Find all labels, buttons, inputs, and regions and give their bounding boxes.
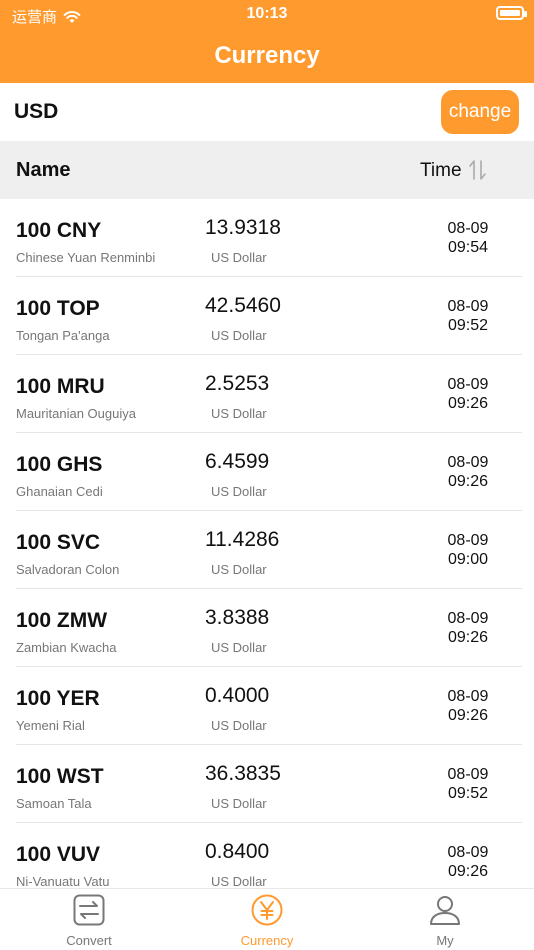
rate-value: 2.5253 bbox=[205, 372, 270, 395]
rate-unit: US Dollar bbox=[211, 328, 267, 343]
rate-row[interactable]: 100 VUV Ni-Vanuatu Vatu 0.8400 US Dollar… bbox=[0, 823, 534, 888]
rate-date: 08-09 bbox=[447, 220, 489, 237]
battery-icon bbox=[496, 6, 527, 20]
tab-currency-label: Currency bbox=[240, 933, 294, 948]
rate-timestamp: 08-09 09:54 bbox=[420, 219, 516, 257]
rate-time: 09:26 bbox=[447, 863, 489, 880]
rate-code: 100 GHS bbox=[16, 453, 103, 476]
rate-value: 6.4599 bbox=[205, 450, 270, 473]
tab-convert[interactable]: Convert bbox=[0, 889, 178, 950]
rate-time: 09:52 bbox=[447, 785, 489, 802]
rate-time: 09:26 bbox=[447, 629, 489, 646]
rate-date: 08-09 bbox=[447, 532, 489, 549]
rate-currency-name: Ghanaian Cedi bbox=[16, 484, 103, 499]
tab-my-label: My bbox=[436, 933, 454, 948]
rate-time: 09:26 bbox=[447, 473, 489, 490]
rate-timestamp: 08-09 09:52 bbox=[420, 765, 516, 803]
rate-date: 08-09 bbox=[447, 844, 489, 861]
rate-code: 100 YER bbox=[16, 687, 100, 710]
rate-unit: US Dollar bbox=[211, 796, 267, 811]
change-base-button[interactable]: change bbox=[441, 90, 519, 134]
column-time-header[interactable]: Time bbox=[420, 160, 462, 182]
rate-unit: US Dollar bbox=[211, 718, 267, 733]
rate-currency-name: Chinese Yuan Renminbi bbox=[16, 250, 156, 265]
rate-list[interactable]: 100 CNY Chinese Yuan Renminbi 13.9318 US… bbox=[0, 199, 534, 888]
rate-row[interactable]: 100 CNY Chinese Yuan Renminbi 13.9318 US… bbox=[0, 199, 534, 277]
rate-currency-name: Ni-Vanuatu Vatu bbox=[16, 874, 110, 888]
rate-unit: US Dollar bbox=[211, 250, 267, 265]
rate-row[interactable]: 100 MRU Mauritanian Ouguiya 2.5253 US Do… bbox=[0, 355, 534, 433]
rate-value: 3.8388 bbox=[205, 606, 270, 629]
rate-code: 100 TOP bbox=[16, 297, 100, 320]
rate-value: 11.4286 bbox=[205, 528, 280, 551]
rate-code: 100 MRU bbox=[16, 375, 105, 398]
rate-row[interactable]: 100 GHS Ghanaian Cedi 6.4599 US Dollar 0… bbox=[0, 433, 534, 511]
rate-code: 100 CNY bbox=[16, 219, 102, 242]
tab-bar: Convert Currency My bbox=[0, 888, 534, 950]
rate-value: 42.5460 bbox=[205, 294, 281, 317]
rate-currency-name: Salvadoran Colon bbox=[16, 562, 120, 577]
list-header: Name Time bbox=[0, 141, 534, 199]
rate-value: 0.4000 bbox=[205, 684, 270, 707]
convert-icon bbox=[73, 894, 105, 926]
rate-currency-name: Samoan Tala bbox=[16, 796, 92, 811]
rate-value: 13.9318 bbox=[205, 216, 281, 239]
rate-unit: US Dollar bbox=[211, 406, 267, 421]
nav-bar: 运营商 10:13 Currency bbox=[0, 0, 534, 83]
rate-unit: US Dollar bbox=[211, 640, 267, 655]
page-title: Currency bbox=[214, 42, 320, 69]
rate-timestamp: 08-09 09:00 bbox=[420, 531, 516, 569]
rate-currency-name: Tongan Pa'anga bbox=[16, 328, 110, 343]
rate-date: 08-09 bbox=[447, 766, 489, 783]
rate-unit: US Dollar bbox=[211, 484, 267, 499]
rate-row[interactable]: 100 YER Yemeni Rial 0.4000 US Dollar 08-… bbox=[0, 667, 534, 745]
status-bar: 运营商 10:13 bbox=[0, 0, 534, 30]
rate-timestamp: 08-09 09:26 bbox=[420, 843, 516, 881]
rate-unit: US Dollar bbox=[211, 562, 267, 577]
rate-code: 100 WST bbox=[16, 765, 104, 788]
rate-currency-name: Zambian Kwacha bbox=[16, 640, 117, 655]
rate-time: 09:26 bbox=[447, 707, 489, 724]
person-icon bbox=[430, 896, 460, 925]
rate-value: 36.3835 bbox=[205, 762, 281, 785]
rate-date: 08-09 bbox=[447, 298, 489, 315]
yen-coin-icon bbox=[251, 894, 283, 926]
rate-code: 100 SVC bbox=[16, 531, 101, 554]
rate-value: 0.8400 bbox=[205, 840, 270, 863]
rate-date: 08-09 bbox=[447, 610, 489, 627]
rate-currency-name: Yemeni Rial bbox=[16, 718, 85, 733]
rate-time: 09:26 bbox=[447, 395, 489, 412]
rate-date: 08-09 bbox=[447, 376, 489, 393]
sort-icon[interactable] bbox=[468, 158, 488, 182]
column-name-header: Name bbox=[16, 159, 71, 181]
rate-code: 100 ZMW bbox=[16, 609, 108, 632]
status-time: 10:13 bbox=[246, 5, 288, 22]
rate-timestamp: 08-09 09:26 bbox=[420, 453, 516, 491]
rate-time: 09:52 bbox=[447, 317, 489, 334]
rate-date: 08-09 bbox=[447, 688, 489, 705]
rate-row[interactable]: 100 SVC Salvadoran Colon 11.4286 US Doll… bbox=[0, 511, 534, 589]
rate-currency-name: Mauritanian Ouguiya bbox=[16, 406, 136, 421]
rate-timestamp: 08-09 09:52 bbox=[420, 297, 516, 335]
rate-timestamp: 08-09 09:26 bbox=[420, 375, 516, 413]
rate-row[interactable]: 100 ZMW Zambian Kwacha 3.8388 US Dollar … bbox=[0, 589, 534, 667]
rate-row[interactable]: 100 TOP Tongan Pa'anga 42.5460 US Dollar… bbox=[0, 277, 534, 355]
rate-time: 09:54 bbox=[447, 239, 489, 256]
base-currency-code: USD bbox=[14, 100, 59, 123]
rate-timestamp: 08-09 09:26 bbox=[420, 609, 516, 647]
tab-convert-label: Convert bbox=[66, 933, 112, 948]
rate-date: 08-09 bbox=[447, 454, 489, 471]
tab-my[interactable]: My bbox=[356, 889, 534, 950]
rate-unit: US Dollar bbox=[211, 874, 267, 888]
rate-time: 09:00 bbox=[447, 551, 489, 568]
rate-timestamp: 08-09 09:26 bbox=[420, 687, 516, 725]
rate-code: 100 VUV bbox=[16, 843, 101, 866]
tab-currency[interactable]: Currency bbox=[178, 889, 356, 950]
rate-row[interactable]: 100 WST Samoan Tala 36.3835 US Dollar 08… bbox=[0, 745, 534, 823]
